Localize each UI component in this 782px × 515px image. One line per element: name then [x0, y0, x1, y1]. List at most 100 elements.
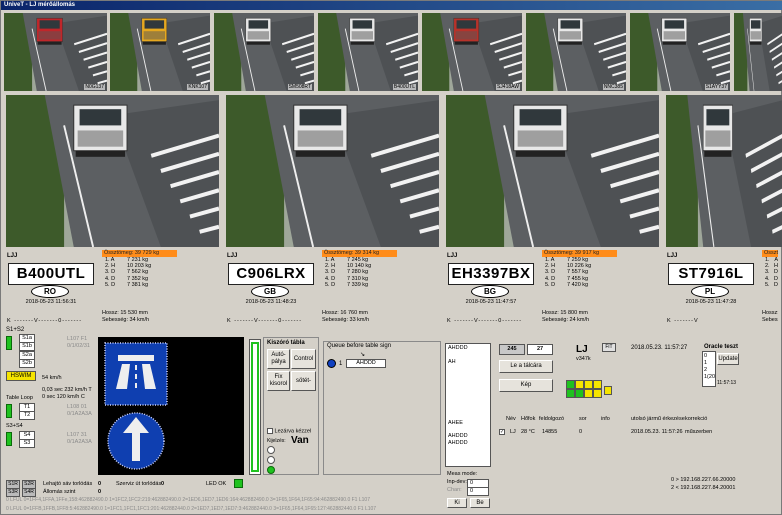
plate-number: EH3397BX	[448, 263, 534, 285]
list-item[interactable]: AHEE	[448, 420, 488, 427]
country-code: RO	[31, 285, 69, 298]
list-item[interactable]	[448, 386, 488, 393]
be-button[interactable]: Be	[470, 498, 490, 508]
vms-level-bar[interactable]	[249, 339, 261, 475]
total-weight: Össztömeg: 39 314 kg	[322, 250, 397, 257]
list-item[interactable]	[448, 352, 488, 359]
table-loop-led	[6, 404, 12, 418]
log-line-1: 0 LFUL 0=1FF4,1FFA,1FFe,158:462882490.0 …	[6, 497, 370, 503]
list-item[interactable]	[448, 379, 488, 386]
window-title: UniveT - LJ mérőállomás	[1, 1, 782, 10]
l107b-code: 0/1A2A3A	[67, 439, 92, 445]
status-cell: 0	[579, 429, 583, 435]
speed-line-c: 0 sec 120 km/h C	[42, 394, 85, 400]
thumbnail-2[interactable]: KNK107	[110, 13, 210, 91]
oracle-option[interactable]: 2	[704, 367, 714, 374]
list-item[interactable]: AHDDD	[448, 440, 488, 447]
lane-code: LJJ	[667, 253, 678, 259]
thumbnail-6[interactable]: NNC385	[526, 13, 626, 91]
list-item[interactable]	[448, 406, 488, 413]
list-item[interactable]: AH	[448, 359, 488, 366]
queue-title: Queue before table sign	[327, 343, 392, 349]
speed-value: Sebesség: 34 km/h	[102, 317, 150, 323]
ki-button[interactable]: Ki	[447, 498, 467, 508]
chan-field[interactable]: 0	[467, 487, 489, 496]
l107-code: 0/1/02/31	[67, 343, 90, 349]
list-item[interactable]	[448, 393, 488, 400]
status-cell: 2018.05.23. 11:57:26	[631, 429, 683, 435]
sotet-button[interactable]: sötét-	[291, 371, 316, 391]
oracle-list[interactable]: 0 1 2 1(20)	[702, 351, 716, 387]
le-a-talcara-button[interactable]: Le a tálcára	[499, 360, 553, 373]
vms-graphic	[104, 342, 168, 470]
queue-index: 1	[339, 361, 343, 367]
length-value: Hossz:	[762, 310, 778, 316]
axle-row: 5. D	[765, 281, 778, 288]
list-item[interactable]	[448, 372, 488, 379]
kep-button[interactable]: Kép	[499, 379, 553, 392]
update-button[interactable]: Update	[717, 353, 739, 365]
allomas-label: Állomás szint	[43, 489, 76, 495]
oracle-option[interactable]: 0	[704, 353, 714, 360]
status-col-header: info	[601, 416, 610, 422]
list-item[interactable]	[448, 413, 488, 420]
ip-line-1: 0 > 192.168.227.66.20000	[671, 477, 736, 483]
main-window: UniveT - LJ mérőállomás N0G137 KNK107 SM…	[0, 0, 782, 515]
light-1	[267, 446, 275, 454]
lane-camera-3[interactable]	[446, 95, 659, 247]
thumbnail-7[interactable]: S1AYY37	[630, 13, 730, 91]
weight-box: Össztömeg1.A2.H3.D4.D5.D	[762, 250, 778, 288]
version-label: v347k	[576, 356, 591, 362]
meas-mode-label: Meas mode:	[447, 471, 478, 477]
kv-indicator: K -------V	[667, 318, 699, 324]
lezarva-checkbox[interactable]: Lezárva kézzel	[267, 428, 311, 434]
s2b-box[interactable]: S2b	[19, 359, 35, 368]
fit-button[interactable]: FiT	[602, 343, 616, 352]
thumbnail-8[interactable]	[734, 13, 782, 91]
led-ok-label: LED OK	[206, 481, 227, 487]
list-item[interactable]	[448, 399, 488, 406]
plate-number: C906LRX	[228, 263, 314, 285]
kijelzes-value: Van	[291, 435, 309, 446]
s4r-box: S4R	[22, 488, 36, 497]
country-code: BG	[471, 285, 509, 298]
length-value: Hossz: 15 800 mm	[542, 310, 588, 316]
status-col-header: korrekció	[685, 416, 708, 422]
station-label: LJ	[576, 344, 588, 355]
list-item[interactable]: AHDDD	[448, 433, 488, 440]
status-col-header: feldolgozó	[539, 416, 565, 422]
lane-camera-2[interactable]	[226, 95, 439, 247]
thumbnail-plate: KNK107	[187, 84, 208, 90]
fix-kisorol-button[interactable]: Fix kisorol	[267, 371, 290, 391]
status-col-header: utolsó jármű érkezése	[631, 416, 685, 422]
s1b-box[interactable]: S1b	[19, 342, 35, 351]
lehajto-label: Lehajtó sáv torlódás	[43, 481, 93, 487]
status-checkbox[interactable]: ✓	[499, 429, 507, 436]
autopalya-button[interactable]: Autó-pálya	[267, 349, 290, 369]
length-value: Hossz: 16 760 mm	[322, 310, 368, 316]
thumbnail-plate: SM508RT	[287, 84, 312, 90]
lane-camera-1[interactable]	[6, 95, 219, 247]
list-item[interactable]: AHDDD	[448, 345, 488, 352]
axle-row: 5. D7 381 kg	[105, 281, 149, 288]
s3-box[interactable]: S3	[19, 439, 35, 448]
plate-number: B400UTL	[8, 263, 94, 285]
t2-box[interactable]: T2	[19, 411, 35, 420]
oracle-option[interactable]: 1	[704, 360, 714, 367]
weight-box: Össztömeg: 39 314 kg 1. A7 245 kg 2. H 10 1…	[322, 250, 397, 288]
list-item[interactable]	[448, 427, 488, 434]
thumbnail-1[interactable]: N0G137	[4, 13, 107, 91]
thumbnail-5[interactable]: SJ418AW	[422, 13, 522, 91]
lane-camera-4[interactable]	[666, 95, 782, 247]
plate-number: ST7916L	[668, 263, 754, 285]
thumbnail-3[interactable]: SM508RT	[214, 13, 314, 91]
thumbnail-4[interactable]: B400UTL	[318, 13, 418, 91]
s3r-box: S3R	[6, 488, 20, 497]
oracle-option[interactable]: 1(20)	[704, 374, 715, 381]
control-button[interactable]: Control	[291, 349, 316, 369]
queue-item[interactable]: AHDDD	[346, 359, 386, 368]
list-item[interactable]	[448, 365, 488, 372]
event-list[interactable]: AHDDD AH AHEE AHDDD AHDDD	[445, 343, 491, 467]
thumbnail-plate: S1AYY37	[704, 84, 728, 90]
oracle-title: Oracle teszt	[704, 344, 739, 350]
